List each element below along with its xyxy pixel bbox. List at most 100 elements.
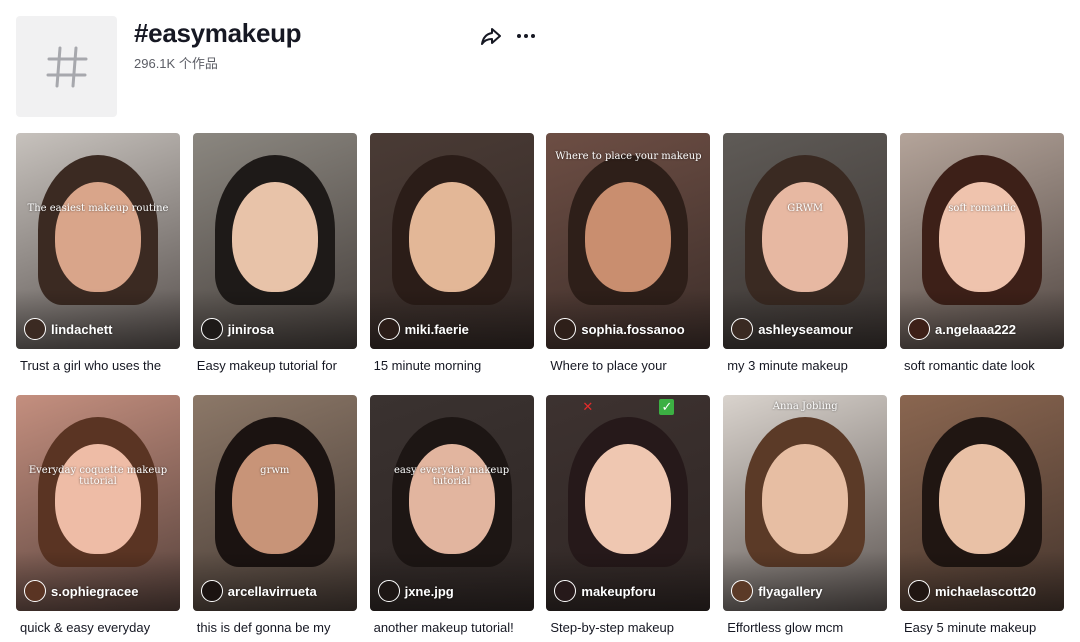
video-thumbnail[interactable]: michaelascott20	[899, 395, 1064, 611]
video-caption[interactable]: my 3 minute makeup	[723, 358, 887, 373]
video-thumbnail[interactable]: Everyday coquette makeup tutorial s.ophie…	[16, 395, 180, 611]
video-thumbnail[interactable]: jinirosa	[192, 133, 357, 349]
avatar[interactable]	[907, 580, 930, 602]
video-thumbnail[interactable]: Anna Jobling flyagallery	[723, 395, 888, 611]
thumbnail-face-shape	[231, 181, 318, 292]
thumbnail-face-shape	[762, 181, 849, 292]
avatar[interactable]	[24, 318, 46, 340]
video-caption[interactable]: Easy makeup tutorial for	[193, 358, 357, 373]
share-button[interactable]	[480, 25, 502, 47]
thumbnail-face-shape	[55, 443, 141, 554]
avatar[interactable]	[200, 318, 223, 340]
red-x-icon: ✕	[582, 399, 594, 414]
video-overlay-text: Anna Jobling	[772, 401, 838, 412]
thumbnail-face-shape	[938, 443, 1025, 554]
hashtag-title: #easymakeup	[134, 18, 302, 48]
video-thumbnail[interactable]: soft romantic a.ngelaaa222	[899, 133, 1064, 349]
avatar[interactable]	[200, 580, 223, 602]
video-caption[interactable]: Trust a girl who uses the	[16, 358, 180, 373]
video-author[interactable]: ashleyseamour	[731, 318, 853, 340]
video-card[interactable]: soft romantic a.ngelaaa222 soft romantic d…	[899, 133, 1064, 373]
author-username[interactable]: jinirosa	[228, 322, 274, 337]
video-author[interactable]: lindachett	[24, 318, 112, 340]
author-username[interactable]: jxne.jpg	[405, 584, 454, 599]
thumbnail-face-shape	[585, 443, 672, 554]
video-caption[interactable]: this is def gonna be my	[193, 620, 357, 635]
avatar[interactable]	[377, 318, 400, 340]
video-card[interactable]: ✕ ✓ makeupforu Step-by-step makeup	[546, 395, 711, 635]
hash-icon	[46, 46, 87, 87]
video-caption[interactable]: soft romantic date look	[900, 358, 1064, 373]
avatar[interactable]	[907, 318, 930, 340]
video-caption[interactable]: Easy 5 minute makeup	[900, 620, 1064, 635]
video-author[interactable]: sophia.fossanoo	[554, 318, 685, 340]
video-thumbnail[interactable]: ✕ ✓ makeupforu	[546, 395, 711, 611]
avatar[interactable]	[554, 318, 577, 340]
video-card[interactable]: miki.faerie 15 minute morning	[369, 133, 534, 373]
hashtag-video-count: 296.1K 个作品	[134, 56, 218, 71]
video-card[interactable]: Everyday coquette makeup tutorial s.ophie…	[16, 395, 180, 635]
video-overlay-text: Where to place your makeup	[555, 151, 702, 162]
video-author[interactable]: flyagallery	[731, 580, 823, 602]
author-username[interactable]: s.ophiegracee	[51, 584, 138, 599]
thumbnail-face-shape	[585, 181, 672, 292]
video-thumbnail[interactable]: Where to place your makeup sophia.fossano…	[546, 133, 711, 349]
video-thumbnail[interactable]: easy everyday makeup tutorial jxne.jpg	[369, 395, 534, 611]
video-card[interactable]: Anna Jobling flyagallery Effortless glow m…	[723, 395, 888, 635]
video-caption[interactable]: quick & easy everyday	[16, 620, 180, 635]
video-card[interactable]: The easiest makeup routine lindachett Trus…	[16, 133, 180, 373]
avatar[interactable]	[731, 580, 754, 602]
avatar[interactable]	[554, 580, 577, 602]
author-username[interactable]: a.ngelaaa222	[935, 322, 1016, 337]
more-options-button[interactable]	[514, 24, 538, 48]
video-card[interactable]: grwm arcellavirrueta this is def gonna be …	[192, 395, 357, 635]
thumbnail-face-shape	[762, 443, 849, 554]
thumbnail-face-shape	[231, 443, 318, 554]
author-username[interactable]: makeupforu	[581, 584, 655, 599]
video-author[interactable]: a.ngelaaa222	[907, 318, 1016, 340]
video-thumbnail[interactable]: GRWM ashleyseamour	[723, 133, 888, 349]
video-thumbnail[interactable]: grwm arcellavirrueta	[192, 395, 357, 611]
author-username[interactable]: lindachett	[51, 322, 112, 337]
author-username[interactable]: ashleyseamour	[758, 322, 853, 337]
author-username[interactable]: sophia.fossanoo	[581, 322, 684, 337]
video-author[interactable]: michaelascott20	[907, 580, 1036, 602]
video-card[interactable]: easy everyday makeup tutorial jxne.jpg ano…	[369, 395, 534, 635]
video-caption[interactable]: Effortless glow mcm	[723, 620, 887, 635]
thumbnail-face-shape	[55, 181, 141, 292]
video-caption[interactable]: Step-by-step makeup	[546, 620, 710, 635]
video-author[interactable]: jxne.jpg	[377, 580, 454, 602]
video-card[interactable]: michaelascott20 Easy 5 minute makeup	[899, 395, 1064, 635]
video-overlay-text: The easiest makeup routine	[27, 203, 169, 214]
more-icon	[517, 34, 535, 38]
video-overlay-text: GRWM	[787, 203, 824, 214]
video-card[interactable]: GRWM ashleyseamour my 3 minute makeup	[723, 133, 888, 373]
video-overlay-text: grwm	[260, 465, 290, 476]
video-thumbnail[interactable]: miki.faerie	[369, 133, 534, 349]
video-overlay-text: easy everyday makeup tutorial	[393, 465, 510, 487]
video-caption[interactable]: another makeup tutorial!	[370, 620, 534, 635]
video-caption[interactable]: 15 minute morning	[370, 358, 534, 373]
avatar[interactable]	[24, 580, 46, 602]
green-check-icon: ✓	[659, 399, 675, 415]
author-username[interactable]: flyagallery	[758, 584, 822, 599]
author-username[interactable]: michaelascott20	[935, 584, 1036, 599]
video-author[interactable]: miki.faerie	[377, 318, 469, 340]
video-overlay-text: Everyday coquette makeup tutorial	[28, 465, 168, 487]
video-grid: The easiest makeup routine lindachett Trus…	[16, 133, 1064, 635]
avatar[interactable]	[731, 318, 754, 340]
thumbnail-face-shape	[408, 443, 495, 554]
video-caption[interactable]: Where to place your	[546, 358, 710, 373]
video-author[interactable]: s.ophiegracee	[24, 580, 138, 602]
author-username[interactable]: arcellavirrueta	[228, 584, 317, 599]
video-author[interactable]: makeupforu	[554, 580, 656, 602]
author-username[interactable]: miki.faerie	[405, 322, 469, 337]
video-card[interactable]: jinirosa Easy makeup tutorial for	[192, 133, 357, 373]
video-card[interactable]: Where to place your makeup sophia.fossano…	[546, 133, 711, 373]
video-author[interactable]: arcellavirrueta	[200, 580, 317, 602]
video-author[interactable]: jinirosa	[200, 318, 274, 340]
share-icon	[481, 28, 501, 45]
thumbnail-face-shape	[408, 181, 495, 292]
video-thumbnail[interactable]: The easiest makeup routine lindachett	[16, 133, 180, 349]
avatar[interactable]	[377, 580, 400, 602]
